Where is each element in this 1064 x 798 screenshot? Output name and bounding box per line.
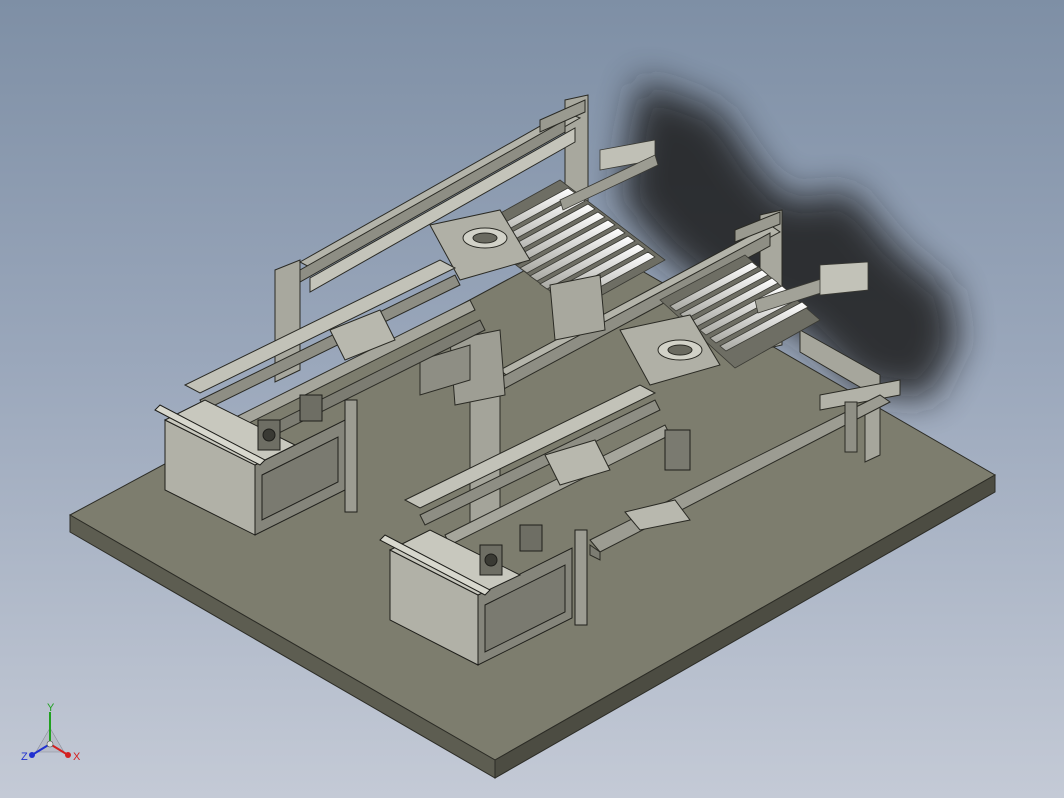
- orientation-triad[interactable]: Y X Z: [18, 700, 88, 770]
- x-axis-label: X: [73, 751, 81, 763]
- assembly-model[interactable]: [0, 0, 1064, 798]
- triad-origin: [46, 740, 54, 748]
- cad-viewport[interactable]: Y X Z: [0, 0, 1064, 798]
- x-axis-tip: [65, 752, 71, 758]
- z-axis-tip: [29, 752, 35, 758]
- y-axis-label: Y: [47, 702, 55, 714]
- z-axis-label: Z: [21, 751, 28, 763]
